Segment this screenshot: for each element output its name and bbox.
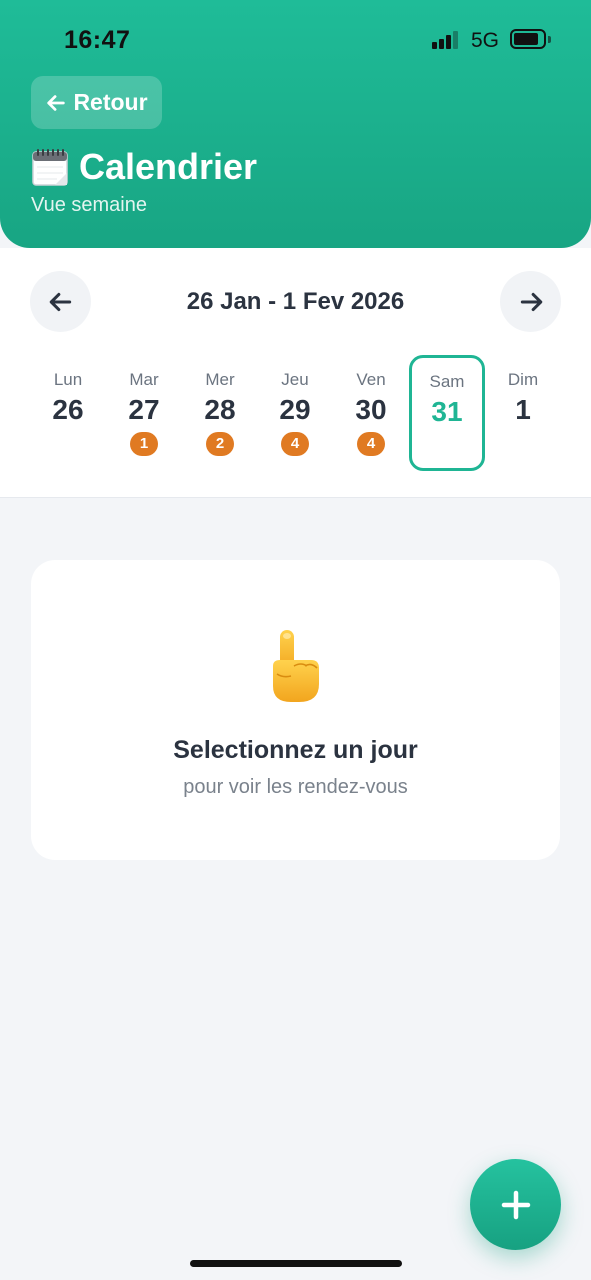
day-number: 30 [355,394,387,425]
day-name: Jeu [281,370,309,389]
appointment-count-badge: 4 [281,432,309,456]
battery-icon [510,29,546,49]
page-subtitle: Vue semaine [31,194,147,216]
day-name: Dim [507,370,539,389]
day-name: Mar [129,370,159,389]
day-number: 29 [279,394,311,425]
day-name: Lun [53,370,83,389]
status-time: 16:47 [64,26,131,54]
day-monday[interactable]: Lun 26 [30,358,106,474]
title-row: Calendrier [31,146,257,188]
arrow-left-icon [47,94,66,111]
back-button[interactable]: Retour [31,76,162,129]
home-indicator [190,1260,402,1267]
day-name: Sam [429,372,465,391]
signal-icon [432,31,462,49]
empty-state-card: Selectionnez un jour pour voir les rende… [31,560,560,860]
day-wednesday[interactable]: Mer 28 2 [182,358,258,474]
battery-tip [548,36,551,43]
calendar-icon [32,149,68,186]
day-number: 26 [52,394,84,425]
pointing-up-hand-icon [273,630,319,702]
day-name: Mer [205,370,235,389]
week-panel: 26 Jan - 1 Fev 2026 Lun 26 Mar 27 1 Mer … [0,248,591,498]
day-tuesday[interactable]: Mar 27 1 [106,358,182,474]
day-number: 31 [431,396,463,427]
add-appointment-button[interactable] [470,1159,561,1250]
day-number: 28 [204,394,236,425]
appointment-count-badge: 1 [130,432,158,456]
appointment-count-badge: 2 [206,432,234,456]
arrow-right-icon [520,292,542,311]
empty-state-subtitle: pour voir les rendez-vous [183,776,408,798]
day-sunday[interactable]: Dim 1 [485,358,561,474]
day-number: 27 [128,394,160,425]
appointment-count-badge: 4 [357,432,385,456]
day-friday[interactable]: Ven 30 4 [333,358,409,474]
status-bar: 16:47 5G [0,0,591,80]
day-number: 1 [515,394,531,425]
network-label: 5G [471,29,500,52]
day-name: Ven [356,370,386,389]
next-week-button[interactable] [500,271,561,332]
back-button-label: Retour [73,89,148,115]
app-header: 16:47 5G Retour Calendrier Vue semaine [0,0,591,248]
day-thursday[interactable]: Jeu 29 4 [257,358,333,474]
empty-state-title: Selectionnez un jour [173,736,418,764]
day-saturday-selected[interactable]: Sam 31 [409,355,485,471]
plus-icon [501,1190,530,1219]
page-title: Calendrier [79,146,258,187]
